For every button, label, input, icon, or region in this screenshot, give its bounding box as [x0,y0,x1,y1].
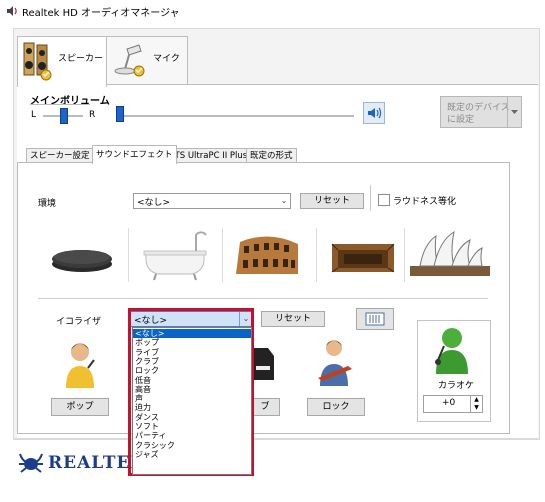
divider [38,298,488,299]
dropdown-option-pop[interactable]: ポップ [133,338,251,347]
environment-select[interactable]: <なし> ⌄ [133,193,291,209]
divider [316,228,317,282]
balance-slider-thumb[interactable] [60,108,68,124]
karaoke-label: カラオケ [438,381,475,391]
divider [13,438,538,439]
stepper-arrows-icon[interactable]: ▲ ▼ [470,396,482,412]
window-title: Realtek HD オーディオマネージャ [22,8,180,19]
divider [222,228,223,282]
dropdown-option-soft[interactable]: ソフト [133,422,251,431]
tab-microphone-label: マイク [153,54,180,64]
karaoke-value: +0 [442,398,456,408]
subtab-speaker-settings[interactable]: スピーカー設定 [26,148,94,163]
karaoke-singer-icon [435,328,468,374]
set-default-line2: に設定 [447,115,475,125]
stone-icon[interactable] [36,222,126,288]
colosseum-icon[interactable] [224,222,314,288]
loudness-label: ラウドネス等化 [393,197,457,207]
balance-left-label: L [31,110,37,120]
speaker-volume-icon [368,107,382,119]
microphone-device-icon [114,44,145,77]
speaker-device-icon [23,42,52,81]
arena-icon[interactable] [318,222,408,288]
balance-right-label: R [89,110,96,120]
tab-microphone[interactable]: マイク [106,36,188,85]
equalizer-label: イコライザ [56,317,102,327]
dropdown-option-rock[interactable]: ロック [133,366,251,375]
piano-icon [254,348,274,380]
environment-label: 環境 [38,199,57,209]
equalizer-icon [365,312,385,326]
preset-classic-button[interactable]: ブ [250,398,280,416]
set-default-dropdown-arrow[interactable] [507,97,521,127]
pop-singer-icon [66,343,95,388]
dropdown-option-jazz[interactable]: ジャズ [133,450,251,459]
dropdown-option-club[interactable]: クラブ [133,357,251,366]
divider [370,185,371,211]
subtab-dts[interactable]: DTS UltraPC II Plus [164,148,252,163]
volume-slider-thumb[interactable] [116,106,124,122]
dropdown-option-classical[interactable]: クラシック [133,441,251,450]
equalizer-reset-button[interactable]: リセット [261,311,325,327]
environment-reset-button[interactable]: リセット [300,193,364,209]
environment-select-value: <なし> [137,198,171,208]
dropdown-option-treble[interactable]: 高音 [133,385,251,394]
tab-speaker-label: スピーカー [58,54,104,64]
speaker-app-icon [7,6,17,16]
preset-rock-button[interactable]: ロック [307,398,365,416]
dropdown-option-live[interactable]: ライブ [133,348,251,357]
dropdown-option-powerful[interactable]: 迫力 [133,403,251,412]
mute-button[interactable] [363,102,385,124]
karaoke-stepper[interactable]: +0 ▲ ▼ [423,395,483,413]
rock-guitarist-icon [318,340,352,386]
dropdown-option-bass[interactable]: 低音 [133,376,251,385]
bathtub-icon[interactable] [130,222,220,288]
equalizer-dropdown-list[interactable]: <なし> ポップ ライブ クラブ ロック 低音 高音 声 迫力 ダンス ソフト … [132,327,252,475]
dropdown-option-party[interactable]: パーティ [133,431,251,440]
subtab-default-format[interactable]: 既定の形式 [246,148,297,163]
volume-slider-track[interactable] [118,115,354,117]
dropdown-option-dance[interactable]: ダンス [133,413,251,422]
dropdown-option-voice[interactable]: 声 [133,394,251,403]
subtab-sound-effects[interactable]: サウンドエフェクト [92,145,177,164]
divider [128,228,129,282]
opera-house-icon[interactable] [404,222,494,288]
tab-speaker[interactable]: スピーカー [17,36,107,87]
preset-pop-button[interactable]: ポップ [51,398,109,416]
loudness-checkbox[interactable] [378,194,390,206]
graphic-eq-button[interactable] [356,308,394,330]
chevron-down-icon: ⌄ [280,196,288,205]
main-volume-underline [30,104,90,105]
dropdown-option-none[interactable]: <なし> [133,329,251,339]
realtek-crab-icon [19,453,43,473]
set-default-device-button[interactable]: 既定のデバイス に設定 [440,96,522,128]
chevron-down-icon [511,110,518,114]
